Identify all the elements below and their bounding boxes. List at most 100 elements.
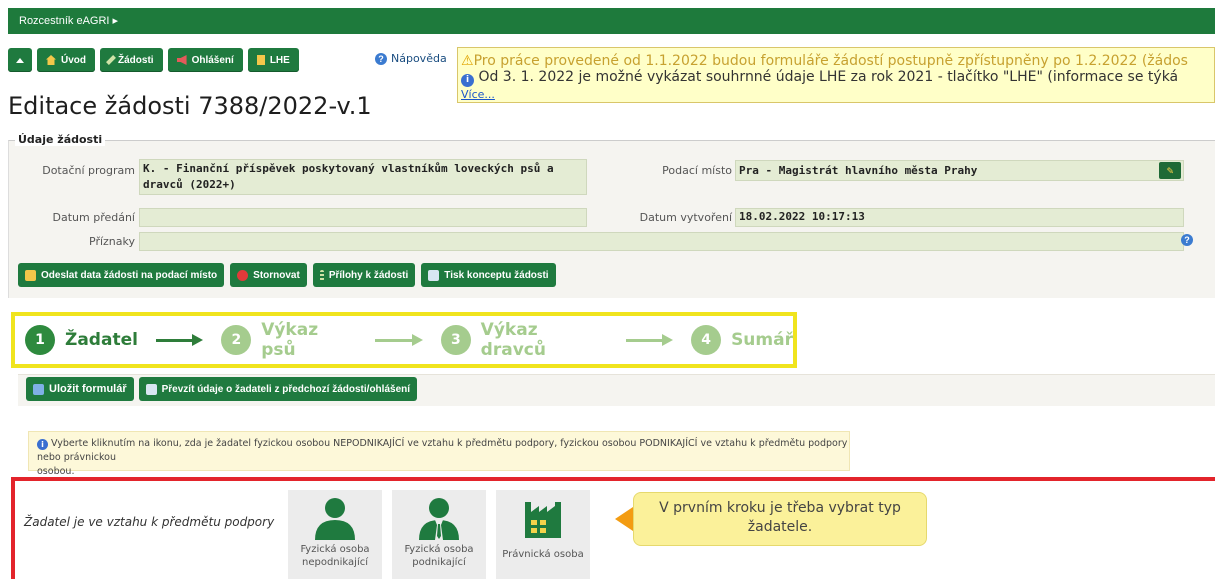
notice-line-2: Od 3. 1. 2022 je možné vykázat souhrnné …	[478, 69, 1179, 85]
callout-pointer-icon	[615, 507, 633, 531]
flags-field	[139, 232, 1184, 251]
main-nav: Úvod Žádosti Ohlášení LHE	[8, 48, 299, 72]
callout-line-2: žadatele.	[747, 519, 813, 535]
step-1-label: Žadatel	[65, 330, 138, 350]
help-label: Nápověda	[391, 52, 447, 65]
subsidy-program-value-1: K. - Finanční příspěvek poskytovaný vlas…	[143, 162, 554, 175]
applicant-type-prompt: Žadatel je ve vztahu k předmětu podpory	[24, 515, 275, 529]
collapse-button[interactable]	[8, 48, 32, 72]
wizard-steps: 1 Žadatel 2 Výkaz psů 3 Výkaz dravců 4 S…	[11, 312, 797, 368]
person-icon	[315, 498, 355, 540]
tooltip-callout: V prvním kroku je třeba vybrat typ žadat…	[633, 492, 927, 546]
cancel-icon	[237, 269, 249, 281]
import-applicant-button[interactable]: Převzít údaje o žadateli z předchozí žád…	[138, 377, 418, 401]
step-1-number: 1	[25, 325, 55, 355]
handover-date-label: Datum předání	[52, 211, 136, 224]
home-icon	[46, 55, 56, 65]
businessperson-icon	[419, 498, 459, 540]
tile-2-line-2: podnikající	[412, 557, 466, 568]
edit-pencil-icon[interactable]: ✎	[1159, 162, 1181, 179]
info-icon: i	[461, 74, 474, 87]
nav-requests-label: Žádosti	[118, 54, 154, 66]
creation-date-label: Datum vytvoření	[639, 211, 732, 224]
step-arrow-icon	[375, 334, 423, 346]
help-link[interactable]: ? Nápověda	[375, 52, 447, 65]
cancel-button[interactable]: Stornovat	[230, 263, 307, 287]
page-title: Editace žádosti 7388/2022-v.1	[8, 92, 372, 120]
subsidy-program-value-2: dravců (2022+)	[143, 178, 236, 191]
printer-icon	[428, 269, 440, 281]
nav-reports-label: Ohlášení	[191, 54, 234, 66]
cancel-label: Stornovat	[253, 269, 300, 281]
tile-1-line-1: Fyzická osoba	[300, 544, 370, 555]
info-icon: i	[37, 439, 48, 450]
notice-more-link[interactable]: Více...	[461, 88, 1214, 101]
step-4-label: Sumář	[731, 330, 793, 350]
step-arrow-icon	[625, 334, 674, 346]
pen-icon	[106, 55, 116, 65]
nav-home-label: Úvod	[61, 54, 86, 66]
step-2-number: 2	[221, 325, 252, 355]
save-form-button[interactable]: Uložit formulář	[26, 377, 134, 401]
step-3-label: Výkaz dravců	[480, 320, 546, 360]
request-details-legend: Údaje žádosti	[15, 133, 106, 146]
eagri-crossroad-link[interactable]: Rozcestník eAGRI ▸	[8, 8, 1215, 34]
step-raptor-report[interactable]: 3 Výkaz dravců	[440, 320, 608, 360]
subsidy-program-label: Dotační program	[42, 164, 135, 177]
nav-home-button[interactable]: Úvod	[37, 48, 95, 72]
request-actions: Odeslat data žádosti na podací místo Sto…	[18, 263, 556, 287]
send-to-office-label: Odeslat data žádosti na podací místo	[41, 269, 218, 281]
submission-place-value: Pra - Magistrát hlavního města Prahy	[739, 164, 978, 177]
notice-line-1: Pro práce provedené od 1.1.2022 budou fo…	[473, 53, 1188, 69]
print-draft-label: Tisk konceptu žádosti	[444, 269, 549, 281]
step-summary[interactable]: 4 Sumář	[691, 325, 793, 355]
tile-natural-person-business[interactable]: Fyzická osoba podnikající	[392, 490, 486, 579]
callout-line-1: V prvním kroku je třeba vybrat typ	[659, 500, 901, 516]
flags-label: Příznaky	[89, 235, 135, 248]
subsidy-program-field: K. - Finanční příspěvek poskytovaný vlas…	[139, 159, 587, 195]
submission-place-field: Pra - Magistrát hlavního města Prahy ✎	[735, 160, 1184, 181]
step-arrow-icon	[155, 334, 204, 346]
attachments-label: Přílohy k žádosti	[328, 269, 409, 281]
megaphone-icon	[176, 55, 187, 65]
notice-box: ⚠Pro práce provedené od 1.1.2022 budou f…	[457, 47, 1215, 103]
tile-legal-person[interactable]: Právnická osoba	[496, 490, 590, 579]
hint-box: i Vyberte kliknutím na ikonu, zda je žad…	[28, 431, 850, 477]
step-4-number: 4	[691, 325, 722, 355]
step-2-label: Výkaz psů	[261, 320, 319, 360]
step-applicant[interactable]: 1 Žadatel	[25, 325, 138, 355]
factory-icon	[525, 502, 561, 538]
submission-place-label: Podací místo	[662, 164, 732, 177]
creation-date-value: 18.02.2022 10:17:13	[735, 208, 1184, 227]
tile-natural-person-nonbusiness[interactable]: Fyzická osoba nepodnikající	[288, 490, 382, 579]
nav-lhe-label: LHE	[269, 54, 290, 66]
attachments-button[interactable]: Přílohy k žádosti	[312, 263, 416, 287]
nav-lhe-button[interactable]: LHE	[247, 48, 299, 72]
save-form-label: Uložit formulář	[49, 383, 127, 395]
list-icon	[319, 269, 324, 281]
home-icon	[25, 269, 36, 281]
table-icon	[145, 383, 157, 395]
question-icon: ?	[375, 52, 387, 65]
tile-3-line-1: Právnická osoba	[502, 549, 584, 560]
form-toolbar-buttons: Uložit formulář Převzít údaje o žadateli…	[26, 377, 418, 401]
handover-date-field	[139, 208, 587, 227]
print-draft-button[interactable]: Tisk konceptu žádosti	[421, 263, 556, 287]
import-applicant-label: Převzít údaje o žadateli z předchozí žád…	[161, 383, 411, 395]
nav-reports-button[interactable]: Ohlášení	[167, 48, 243, 72]
hint-line-2: osobou.	[37, 466, 75, 477]
applicant-type-chooser: Žadatel je ve vztahu k předmětu podpory …	[11, 477, 1215, 579]
step-dog-report[interactable]: 2 Výkaz psů	[221, 320, 357, 360]
tile-2-line-1: Fyzická osoba	[404, 544, 474, 555]
warning-icon: ⚠	[461, 53, 474, 69]
flags-help-icon[interactable]: ?	[1181, 234, 1193, 246]
tile-1-line-2: nepodnikající	[302, 557, 368, 568]
nav-requests-button[interactable]: Žádosti	[100, 48, 163, 72]
step-3-number: 3	[440, 325, 471, 355]
document-icon	[256, 55, 265, 65]
hint-line-1: Vyberte kliknutím na ikonu, zda je žadat…	[37, 438, 848, 463]
top-bar: Rozcestník eAGRI ▸	[8, 8, 1215, 34]
caret-up-icon	[16, 57, 24, 63]
send-to-office-button[interactable]: Odeslat data žádosti na podací místo	[18, 263, 225, 287]
floppy-icon	[33, 383, 44, 395]
